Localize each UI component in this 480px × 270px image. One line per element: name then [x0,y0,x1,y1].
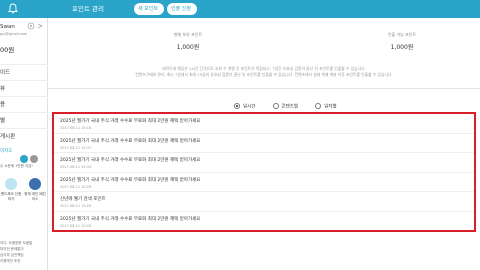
current-points: 현재 보유 포인트 1,000원 [148,32,228,51]
view-filter: 일시간 콘텐츠별 일자별 [234,96,349,110]
list-item[interactable]: 신년에 웰기 검색 포인트 2017.08.11 15:29 [54,192,474,212]
sidebar-item[interactable]: 뷰 [0,80,48,96]
stat-value: 1,000원 [176,44,200,51]
withdrawable-points: 인출 가능 포인트 1,000원 [362,32,442,51]
promo-card-2[interactable]: 현재 개인 배진어스 [24,176,46,216]
sidebar-footer: 이다. 도움방문 도움말 미이전 문제없이 금식부 금전책임 이용약관 조건 [0,240,32,264]
sidebar-item[interactable]: 게시판 [0,128,48,144]
list-item[interactable]: 2025년 월가기 국내 주식 거래 수수료 무료화 최대 2만원 혜택 받아가… [54,153,474,173]
bell-icon[interactable] [8,3,18,14]
user-email: gul@gmail.com [0,32,28,36]
ad-text: 수 소문에 1만원 지급! [0,164,33,168]
item-title: 2025년 월가기 국내 주식 거래 수수료 무료화 최대 2만원 혜택 받아가… [60,119,201,124]
apple-icon[interactable] [30,155,38,163]
stat-label: 인출 가능 포인트 [387,32,417,37]
user-name: Swan [0,24,15,30]
page-title: 포인트 관리 [72,5,104,13]
list-item[interactable]: 2025년 월가기 국내 주식 거래 수수료 무료화 최대 2만원 혜택 받아가… [54,173,474,192]
item-date: 2017.08.11 15:29 [60,204,92,208]
promo-icon [5,178,17,190]
sidebar: Swan gul@gmail.com 00원 이드 뷰 용 별 게시판 미지도 … [0,18,48,270]
sidebar-cards: 밴드체크 신청하기 현재 개인 배진어스 [0,176,48,216]
list-item[interactable]: 2025년 월가기 국내 주식 거래 수수료 무료화 최대 2만원 혜택 받아가… [54,114,474,134]
gear-icon[interactable] [27,22,35,30]
point-history-list: 2025년 월가기 국내 주식 거래 수수료 무료화 최대 2만원 혜택 받아가… [52,112,476,232]
tab-new-point[interactable]: 새 포인트 [134,3,164,15]
item-date: 2017.08.11 15:18 [60,126,92,130]
divider [48,88,480,89]
promo-card-1[interactable]: 밴드체크 신청하기 [0,176,22,216]
item-date: 2017.08.11 15:34 [60,165,92,169]
radio-icon [272,103,279,110]
filter-label: 일자별 [324,104,337,110]
footer-link[interactable]: 이용약관 조건 [0,258,32,264]
stat-value: 1,000원 [390,44,414,51]
top-bar: 포인트 관리 새 포인트 인출 신청 [0,0,480,18]
radio-icon [315,103,322,110]
sidebar-item[interactable]: 용 [0,96,48,112]
sidebar-menu: 이드 뷰 용 별 게시판 [0,64,48,144]
promo-icon [29,178,41,190]
filter-label: 콘텐츠별 [281,104,299,110]
logout-icon[interactable] [37,23,43,29]
user-points: 00원 [0,46,15,54]
notice-text: 데이트에 해당은 1시간 간격으로 조회 수 계열 후 포인트가 적립되고, 7… [48,66,480,78]
filter-label: 일시간 [243,104,256,110]
ad-label: 미지도 [0,149,13,154]
promo-card-label: 현재 개인 배진어스 [24,192,46,201]
item-title: 2025년 월가기 국내 주식 거래 수수료 무료화 최대 2만원 혜택 받아가… [60,158,201,163]
item-title: 2025년 월가기 국내 주식 거래 수수료 무료화 최대 2만원 혜택 받아가… [60,138,201,144]
item-title: 신년에 웰기 검색 포인트 [60,197,106,202]
filter-by-content[interactable]: 콘텐츠별 [272,103,299,110]
item-date: 2017.08.11 15:29 [60,184,92,189]
item-date: 2017.08.11 15:18 [60,223,92,228]
item-date: 2017.08.11 15:37 [60,145,92,150]
sidebar-item[interactable]: 별 [0,112,48,128]
tab-withdraw[interactable]: 인출 신청 [167,3,197,15]
radio-icon [234,103,240,110]
item-title: 2025년 월가기 국내 주식 거래 수수료 무료화 최대 2만원 혜택 받아가… [60,216,201,222]
main-content: 현재 보유 포인트 1,000원 인출 가능 포인트 1,000원 데이트에 해… [48,18,480,270]
filter-by-date[interactable]: 일자별 [315,103,337,110]
notice-line: 컨텐츠구매와 관리, 최소 7일에서 최대 15일의 유효성 검증이 끝난 뒤 … [135,72,393,77]
promo-card-label: 밴드체크 신청하기 [0,192,22,201]
stat-label: 현재 보유 포인트 [173,32,203,37]
item-title: 2025년 월가기 국내 주식 거래 수수료 무료화 최대 2만원 혜택 받아가… [60,177,201,183]
sidebar-item[interactable]: 이드 [0,64,48,80]
filter-hourly[interactable]: 일시간 [234,103,255,110]
list-item[interactable]: 2025년 월가기 국내 주식 거래 수수료 무료화 최대 2만원 혜택 받아가… [54,212,474,232]
list-item[interactable]: 2025년 월가기 국내 주식 거래 수수료 무료화 최대 2만원 혜택 받아가… [54,134,474,153]
play-store-icon[interactable] [20,155,28,163]
